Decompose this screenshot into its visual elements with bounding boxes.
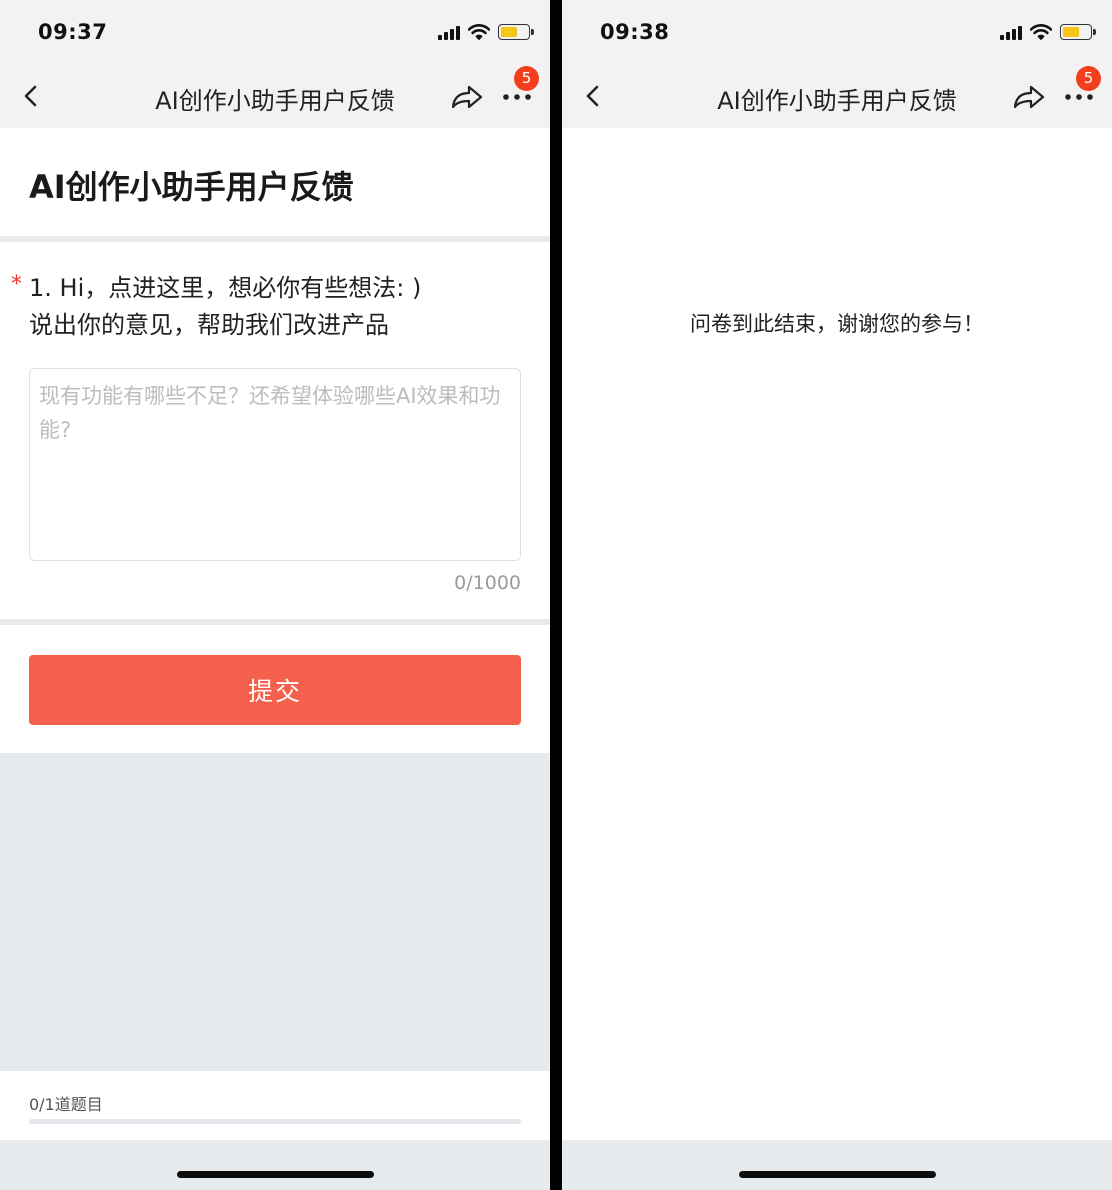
progress-label: 0/1道题目 [29, 1095, 103, 1114]
home-indicator[interactable] [177, 1171, 374, 1178]
status-time: 09:38 [600, 20, 670, 44]
end-body: 问卷到此结束，谢谢您的参与！ [562, 128, 1112, 1140]
status-icons [438, 24, 534, 40]
notification-badge: 5 [1076, 66, 1101, 91]
battery-icon [1060, 24, 1096, 40]
char-count: 0/1000 [454, 572, 521, 594]
notification-badge: 5 [514, 66, 539, 91]
home-indicator[interactable] [739, 1171, 936, 1178]
question-line-2: 说出你的意见，帮助我们改进产品 [29, 311, 389, 339]
share-icon[interactable] [450, 82, 484, 112]
survey-end-screen: 09:38 AI创作小助手用户反馈 5 问卷到此结束，谢谢您的参与！ [562, 0, 1112, 1190]
status-time: 09:37 [38, 20, 108, 44]
answer-textarea[interactable] [29, 368, 521, 561]
form-header: AI创作小助手用户反馈 [0, 128, 550, 236]
status-icons [1000, 24, 1096, 40]
survey-screen: 09:37 AI创作小助手用户反馈 5 AI创作小助手用户反馈 * 1. Hi，… [0, 0, 550, 1190]
question-text: 1. Hi，点进这里，想必你有些想法: ) 说出你的意见，帮助我们改进产品 [29, 270, 529, 344]
share-icon[interactable] [1012, 82, 1046, 112]
end-message: 问卷到此结束，谢谢您的参与！ [690, 312, 984, 336]
nav-bar: AI创作小助手用户反馈 5 [562, 64, 1112, 128]
wifi-icon [468, 24, 490, 40]
wifi-icon [1030, 24, 1052, 40]
required-mark: * [11, 272, 22, 297]
submit-card: 提交 [0, 625, 550, 753]
status-bar: 09:38 [562, 0, 1112, 64]
form-title: AI创作小助手用户反馈 [29, 168, 354, 206]
progress-bar [29, 1119, 521, 1124]
nav-bar: AI创作小助手用户反馈 5 [0, 64, 550, 128]
question-card: * 1. Hi，点进这里，想必你有些想法: ) 说出你的意见，帮助我们改进产品 … [0, 242, 550, 619]
battery-icon [498, 24, 534, 40]
question-line-1: 1. Hi，点进这里，想必你有些想法: ) [29, 274, 422, 302]
submit-button[interactable]: 提交 [29, 655, 521, 725]
signal-icon [438, 24, 460, 40]
signal-icon [1000, 24, 1022, 40]
progress-card: 0/1道题目 [0, 1071, 550, 1140]
status-bar: 09:37 [0, 0, 550, 64]
